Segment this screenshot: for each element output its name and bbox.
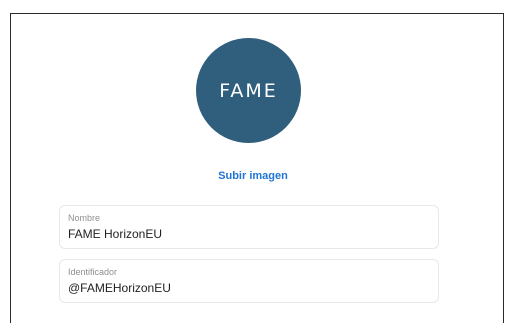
handle-field-value[interactable]: @FAMEHorizonEU (68, 281, 171, 295)
name-field[interactable]: Nombre FAME HorizonEU (59, 205, 439, 249)
name-field-label: Nombre (68, 213, 101, 223)
avatar[interactable]: FAME (196, 38, 301, 143)
name-field-value[interactable]: FAME HorizonEU (68, 227, 162, 241)
upload-image-link[interactable]: Subir imagen (0, 170, 506, 182)
handle-field-label: Identificador (68, 267, 118, 277)
avatar-logo-text: FAME (219, 79, 278, 102)
handle-field[interactable]: Identificador @FAMEHorizonEU (59, 259, 439, 303)
